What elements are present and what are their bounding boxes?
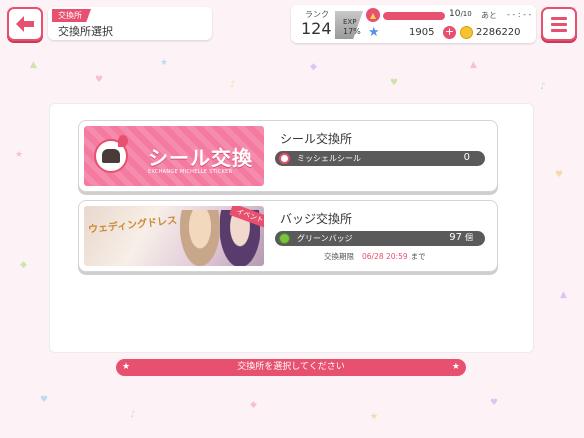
star-icon: ★	[122, 362, 131, 372]
michelle-sticker-icon	[94, 135, 128, 173]
live-boost-fill	[383, 12, 445, 20]
exp-percent: 17%	[343, 27, 361, 36]
rank-value: 124	[301, 19, 332, 38]
instruction-text: 交換所を選択してください	[237, 362, 345, 372]
live-boost-current: 10	[449, 9, 461, 19]
add-stars-button[interactable]: +	[443, 26, 456, 39]
event-logo: ウェディングドレス	[87, 215, 178, 236]
coin-icon	[460, 26, 473, 39]
shop-name: バッジ交換所	[280, 212, 353, 226]
green-badge-icon	[279, 233, 290, 244]
recovery-timer: - - : - -	[507, 10, 532, 19]
star-icon: ★	[451, 362, 460, 372]
flame-icon: ▲	[366, 8, 380, 22]
instruction-banner: ★ 交換所を選択してください ★	[116, 359, 466, 376]
banner-subtitle: EXCHANGE MICHELLE STICKER	[148, 169, 233, 175]
item-count: 0	[464, 152, 473, 163]
shop-row-badge-exchange[interactable]: ウェディングドレス イベント バッジ交換所 グリーンバッジ 97 個 交換期限 06…	[78, 200, 498, 272]
player-status-panel: ランク 124 EXP 17% ▲ 10/10 あと - - : - - ★ 1…	[291, 5, 536, 43]
hamburger-menu-icon	[551, 28, 567, 32]
page-title: 交換所選択	[58, 25, 113, 38]
back-button[interactable]	[7, 7, 43, 41]
stars-count: 1905	[409, 27, 435, 38]
shop-row-sticker-exchange[interactable]: シール交換 EXCHANGE MICHELLE STICKER シール交換所 ミ…	[78, 120, 498, 192]
item-holding-bar: グリーンバッジ 97 個	[275, 231, 485, 246]
period-date: 06/28 20:59	[362, 252, 408, 261]
menu-button[interactable]	[541, 7, 577, 41]
star-icon: ★	[368, 25, 380, 40]
item-name: グリーンバッジ	[297, 234, 353, 243]
item-holding-bar: ミッシェルシール 0	[275, 151, 485, 166]
item-name: ミッシェルシール	[297, 154, 361, 163]
item-count-value: 97	[449, 232, 462, 243]
screen-title-box: 交換所 交換所選択	[48, 7, 212, 40]
arrow-left-icon	[16, 16, 34, 32]
live-boost-max: /10	[460, 10, 472, 18]
sticker-exchange-banner[interactable]: シール交換 EXCHANGE MICHELLE STICKER	[84, 126, 264, 186]
exchange-period: 交換期限 06/28 20:59 まで	[324, 251, 426, 262]
banner-title: シール交換	[148, 146, 253, 170]
badge-exchange-banner[interactable]: ウェディングドレス イベント	[84, 206, 264, 266]
michelle-sticker-icon	[279, 153, 290, 164]
hamburger-menu-icon	[551, 16, 567, 20]
period-suffix: まで	[410, 252, 426, 261]
item-count-value: 0	[463, 152, 470, 163]
item-count-unit: 個	[465, 233, 473, 242]
exp-label: EXP	[343, 18, 357, 26]
period-label: 交換期限	[324, 252, 354, 261]
character-illustration	[180, 210, 220, 266]
item-count: 97 個	[449, 232, 473, 243]
coin-count: 2286220	[476, 27, 521, 38]
shop-name: シール交換所	[280, 132, 353, 146]
exchange-list-panel: シール交換 EXCHANGE MICHELLE STICKER シール交換所 ミ…	[49, 103, 534, 353]
live-boost-count: 10/10	[449, 9, 472, 19]
title-tag: 交換所	[52, 9, 91, 22]
recovery-label: あと	[481, 11, 497, 20]
live-boost-bar	[383, 12, 445, 20]
hamburger-menu-icon	[551, 22, 567, 26]
